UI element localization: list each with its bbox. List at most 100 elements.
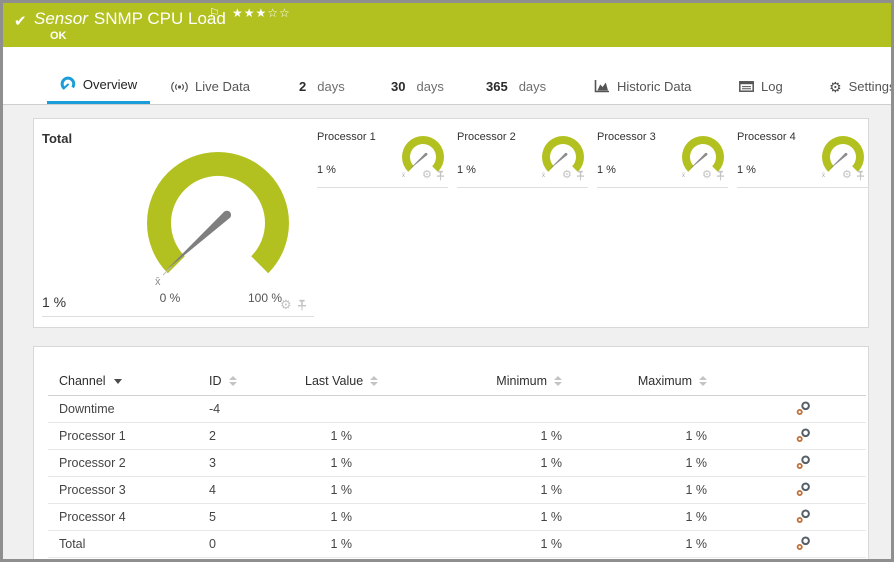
tab-2-days-word: days: [317, 79, 345, 94]
tab-30-days-word: days: [416, 79, 444, 94]
table-row: Processor 3 4 1 % 1 % 1 %: [48, 476, 866, 504]
average-marker: x̄: [822, 173, 825, 179]
edit-channel-gears-icon[interactable]: [796, 428, 811, 443]
edit-channel-gears-icon[interactable]: [796, 401, 811, 416]
tab-historic-data-label: Historic Data: [617, 79, 692, 94]
processor-gauge-card: Processor 2 x̄ 1 % ⚙: [457, 131, 588, 188]
maximum-cell: [564, 395, 709, 423]
table-row: Downtime -4: [48, 395, 866, 423]
total-gauge-title: Total: [42, 131, 73, 146]
column-header-channel[interactable]: Channel: [48, 367, 198, 396]
channel-id-cell: 0: [198, 530, 298, 558]
channel-settings-gear-icon[interactable]: ⚙: [702, 170, 712, 181]
tab-log[interactable]: Log: [739, 47, 783, 104]
last-value-cell: [298, 395, 354, 423]
average-marker: x̄: [542, 173, 545, 179]
edit-channel-gears-icon[interactable]: [796, 455, 811, 470]
total-gauge: x̄: [147, 151, 289, 288]
pin-icon[interactable]: [856, 170, 865, 181]
tab-settings[interactable]: ⚙ Settings: [829, 47, 891, 104]
channel-id-cell: 2: [198, 422, 298, 450]
processor-gauges: Processor 1 x̄ 1 % ⚙ Processor 2 x̄ 1 % …: [317, 131, 877, 188]
tab-365-days-number: 365: [486, 79, 508, 94]
tab-log-label: Log: [761, 79, 783, 94]
sort-desc-icon[interactable]: [113, 378, 122, 384]
gauge-icon: [60, 76, 76, 92]
channel-settings-gear-icon[interactable]: ⚙: [280, 298, 292, 311]
table-row: Processor 4 5 1 % 1 % 1 %: [48, 503, 866, 531]
sensor-type-label: Sensor: [34, 9, 88, 28]
last-value-cell: 1 %: [298, 449, 354, 477]
tab-365-days[interactable]: 365 days: [486, 47, 546, 104]
processor-gauge-title: Processor 1: [317, 131, 376, 143]
channel-name-cell: Processor 3: [48, 476, 198, 504]
sensor-page: ✔ Sensor SNMP CPU Load ⚐ ★★★☆☆ OK Overvie…: [0, 0, 894, 562]
sort-toggle-icon[interactable]: [370, 376, 379, 387]
tab-historic-data[interactable]: Historic Data: [594, 47, 691, 104]
total-gauge-value: 1 %: [42, 294, 67, 310]
maximum-cell: 1 %: [564, 530, 709, 558]
flag-icon[interactable]: ⚐: [209, 6, 220, 20]
gauge-needle: [166, 211, 230, 271]
processor-gauge-card: Processor 4 x̄ 1 % ⚙: [737, 131, 868, 188]
last-value-cell: 1 %: [298, 503, 354, 531]
pin-icon[interactable]: [436, 170, 445, 181]
pin-icon[interactable]: [576, 170, 585, 181]
column-header-maximum[interactable]: Maximum: [564, 367, 709, 396]
edit-channel-gears-icon[interactable]: [796, 536, 811, 551]
processor-gauge-title: Processor 3: [597, 131, 656, 143]
processor-gauge-value: 1 %: [317, 164, 336, 176]
gauges-panel: Total x̄ 0 % 100 % 1 % ⚙ Processor 1 x̄ …: [33, 118, 869, 328]
processor-gauge-card: Processor 1 x̄ 1 % ⚙: [317, 131, 448, 188]
sort-toggle-icon[interactable]: [554, 376, 562, 387]
table-row: Total 0 1 % 1 % 1 %: [48, 530, 866, 558]
status-ok-check-icon: ✔: [14, 13, 27, 30]
tab-overview-label: Overview: [82, 76, 138, 92]
channel-settings-gear-icon[interactable]: ⚙: [422, 170, 432, 181]
processor-gauge-value: 1 %: [737, 164, 756, 176]
channels-table: Channel ID Last Value Minimum Maximum Do…: [48, 367, 866, 558]
status-badge: OK: [50, 30, 67, 42]
sensor-name: SNMP CPU Load: [93, 9, 226, 28]
table-row: Processor 2 3 1 % 1 % 1 %: [48, 449, 866, 477]
table-header-row: Channel ID Last Value Minimum Maximum: [48, 367, 866, 396]
page-title: Sensor SNMP CPU Load: [34, 9, 226, 29]
channel-settings-gear-icon[interactable]: ⚙: [842, 170, 852, 181]
processor-gauge-card: Processor 3 x̄ 1 % ⚙: [597, 131, 728, 188]
gauge-needle: [548, 153, 567, 171]
channel-settings-gear-icon[interactable]: ⚙: [562, 170, 572, 181]
channel-name-cell: Processor 4: [48, 503, 198, 531]
sort-toggle-icon[interactable]: [228, 376, 237, 387]
tab-2-days-number: 2: [299, 79, 307, 94]
minimum-cell: 1 %: [354, 530, 564, 558]
edit-channel-gears-icon[interactable]: [796, 482, 811, 497]
tab-2-days[interactable]: 2 days: [299, 47, 345, 104]
edit-channel-gears-icon[interactable]: [796, 509, 811, 524]
tab-settings-label: Settings: [848, 79, 891, 94]
maximum-cell: 1 %: [564, 476, 709, 504]
average-marker: x̄: [155, 276, 161, 288]
pin-icon[interactable]: [297, 299, 307, 311]
tab-live-data[interactable]: Live Data: [171, 47, 250, 104]
minimum-cell: 1 %: [354, 449, 564, 477]
log-list-icon: [739, 81, 754, 92]
channel-id-cell: 4: [198, 476, 298, 504]
column-header-id[interactable]: ID: [198, 367, 298, 396]
tab-365-days-word: days: [518, 79, 547, 94]
column-header-last-value[interactable]: Last Value: [298, 367, 379, 396]
minimum-cell: 1 %: [354, 422, 564, 450]
tab-overview[interactable]: Overview: [47, 47, 150, 104]
column-header-minimum[interactable]: Minimum: [354, 367, 564, 396]
last-value-cell: 1 %: [298, 422, 354, 450]
gauge-min-label: 0 %: [159, 291, 181, 305]
channel-id-cell: 5: [198, 503, 298, 531]
minimum-cell: [354, 395, 564, 423]
maximum-cell: 1 %: [564, 422, 709, 450]
maximum-cell: 1 %: [564, 449, 709, 477]
pin-icon[interactable]: [716, 170, 725, 181]
priority-stars[interactable]: ★★★☆☆: [232, 6, 291, 20]
average-marker: x̄: [682, 173, 685, 179]
tab-30-days[interactable]: 30 days: [391, 47, 444, 104]
sort-toggle-icon[interactable]: [699, 376, 707, 387]
live-broadcast-icon: [171, 81, 188, 93]
